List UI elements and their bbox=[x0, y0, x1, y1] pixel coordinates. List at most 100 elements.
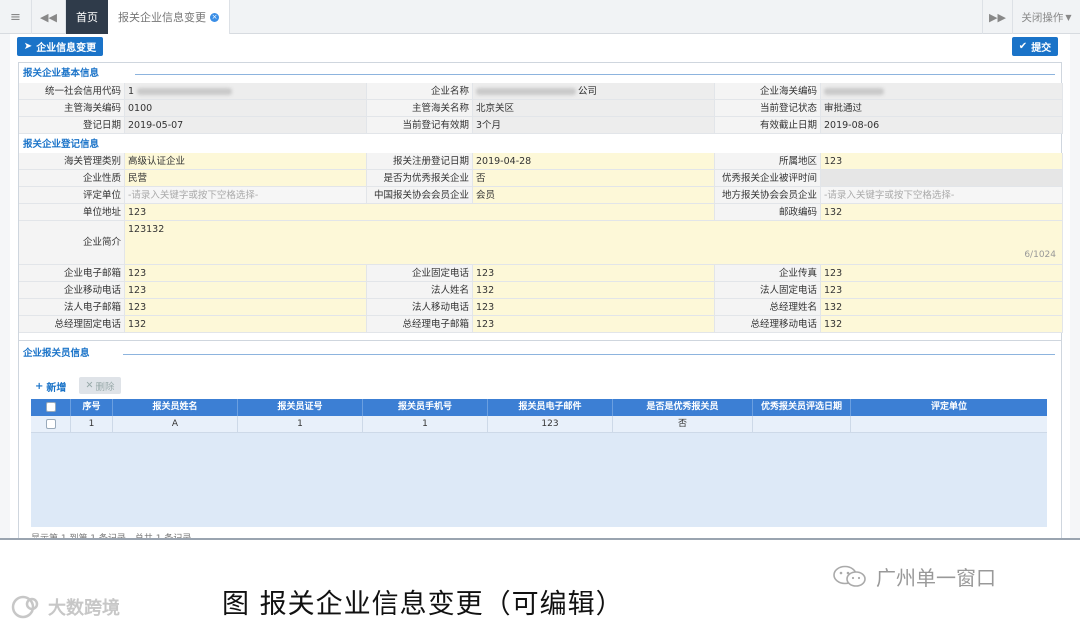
caret-down-icon: ▼ bbox=[1065, 12, 1072, 22]
address-input[interactable]: 123 bbox=[125, 204, 715, 220]
field-input[interactable]: 否 bbox=[473, 170, 715, 186]
field-input[interactable]: 123 bbox=[473, 316, 715, 332]
section-divider bbox=[123, 354, 1055, 355]
field-input[interactable]: 132 bbox=[821, 316, 1063, 332]
submit-button[interactable]: ✔ 提交 bbox=[1012, 37, 1058, 56]
field-label: 评定单位 bbox=[19, 187, 125, 203]
field-input[interactable]: 123 bbox=[473, 299, 715, 315]
broker-info-panel: 企业报关员信息 + 新增 ✕ 删除 序号 报关员姓名 报关员证号 报关员手机号 … bbox=[18, 340, 1062, 538]
enterprise-info-change-button[interactable]: ➤ 企业信息变更 bbox=[17, 37, 103, 56]
column-header: 序号 bbox=[71, 399, 113, 416]
field-label: 企业电子邮箱 bbox=[19, 265, 125, 281]
local-association-select[interactable]: -请录入关键字或按下空格选择- bbox=[821, 187, 1063, 203]
field-label: 有效截止日期 bbox=[715, 117, 821, 133]
field-input[interactable]: 民营 bbox=[125, 170, 367, 186]
table-row[interactable]: 1 A 1 1 123 否 bbox=[31, 416, 1047, 433]
form-row: 企业电子邮箱 123 企业固定电话 123 企业传真 123 bbox=[19, 265, 1063, 282]
field-label: 统一社会信用代码 bbox=[19, 83, 125, 99]
field-label: 地方报关协会会员企业 bbox=[715, 187, 821, 203]
field-value: 审批通过 bbox=[821, 100, 1063, 116]
form-row: 法人电子邮箱 123 法人移动电话 123 总经理姓名 132 bbox=[19, 299, 1063, 316]
brand-logo-icon bbox=[11, 595, 39, 619]
field-label: 法人姓名 bbox=[367, 282, 473, 298]
watermark-right: 广州单一窗口 bbox=[830, 562, 996, 591]
customs-code-value bbox=[821, 83, 1063, 99]
intro-textarea[interactable]: 123132 6/1024 bbox=[125, 221, 1063, 264]
tab-enterprise-info-change[interactable]: 报关企业信息变更 × bbox=[108, 0, 230, 34]
field-label: 总经理移动电话 bbox=[715, 316, 821, 332]
field-input[interactable]: 123 bbox=[821, 265, 1063, 281]
scroll-tabs-left-icon[interactable]: ◀◀ bbox=[32, 0, 66, 34]
form-row: 主管海关编码 0100 主管海关名称 北京关区 当前登记状态 审批通过 bbox=[19, 100, 1063, 117]
field-label: 邮政编码 bbox=[715, 204, 821, 220]
field-input[interactable]: 132 bbox=[125, 316, 367, 332]
row-checkbox[interactable] bbox=[31, 416, 71, 432]
rating-unit-select[interactable]: -请录入关键字或按下空格选择- bbox=[125, 187, 367, 203]
company-name-value: 公司 bbox=[473, 83, 715, 99]
field-label: 企业名称 bbox=[367, 83, 473, 99]
field-input[interactable]: 会员 bbox=[473, 187, 715, 203]
figure-caption: 图 报关企业信息变更（可编辑） bbox=[222, 589, 624, 620]
field-label: 企业简介 bbox=[19, 221, 125, 264]
table-cell: 123 bbox=[488, 416, 613, 432]
form-row: 企业移动电话 123 法人姓名 132 法人固定电话 123 bbox=[19, 282, 1063, 299]
field-input[interactable]: 123 bbox=[125, 299, 367, 315]
send-icon: ➤ bbox=[23, 41, 33, 52]
delete-broker-button[interactable]: ✕ 删除 bbox=[79, 377, 121, 394]
field-label: 法人移动电话 bbox=[367, 299, 473, 315]
watermark-right-text: 广州单一窗口 bbox=[876, 566, 996, 590]
field-label: 当前登记有效期 bbox=[367, 117, 473, 133]
select-all-checkbox[interactable] bbox=[31, 399, 71, 416]
field-input[interactable]: 123 bbox=[125, 265, 367, 281]
plus-icon: + bbox=[35, 380, 44, 392]
field-input[interactable]: 2019-04-28 bbox=[473, 153, 715, 169]
column-header: 是否是优秀报关员 bbox=[613, 399, 753, 416]
field-label: 主管海关名称 bbox=[367, 100, 473, 116]
field-input[interactable] bbox=[821, 170, 1063, 186]
watermark-left-text: 大数跨境 bbox=[48, 598, 120, 619]
tab-home[interactable]: 首页 bbox=[66, 0, 108, 34]
close-icon: ✕ bbox=[85, 380, 94, 391]
table-cell: 否 bbox=[613, 416, 753, 432]
add-button-label: 新增 bbox=[46, 382, 67, 394]
tab-bar: ≡ ◀◀ 首页 报关企业信息变更 × ▶▶ 关闭操作 ▼ bbox=[0, 0, 1080, 34]
field-label: 总经理固定电话 bbox=[19, 316, 125, 332]
close-ops-label: 关闭操作 bbox=[1021, 11, 1064, 24]
delete-button-label: 删除 bbox=[95, 381, 115, 393]
field-label: 企业性质 bbox=[19, 170, 125, 186]
broker-info-section-title: 企业报关员信息 bbox=[23, 348, 90, 359]
section-divider bbox=[135, 74, 1055, 75]
add-broker-button[interactable]: + 新增 bbox=[35, 378, 66, 394]
basic-info-section-title: 报关企业基本信息 bbox=[23, 68, 100, 79]
check-icon: ✔ bbox=[1018, 41, 1028, 52]
field-label: 总经理姓名 bbox=[715, 299, 821, 315]
close-tab-icon[interactable]: × bbox=[210, 12, 219, 22]
table-header: 序号 报关员姓名 报关员证号 报关员手机号 报关员电子邮件 是否是优秀报关员 优… bbox=[31, 399, 1047, 416]
scroll-tabs-right-icon[interactable]: ▶▶ bbox=[982, 0, 1012, 34]
submit-button-label: 提交 bbox=[1031, 43, 1052, 54]
menu-icon[interactable]: ≡ bbox=[0, 0, 32, 34]
field-label: 中国报关协会会员企业 bbox=[367, 187, 473, 203]
change-button-label: 企业信息变更 bbox=[36, 43, 97, 54]
broker-table: 序号 报关员姓名 报关员证号 报关员手机号 报关员电子邮件 是否是优秀报关员 优… bbox=[31, 399, 1047, 527]
field-input[interactable]: 123 bbox=[125, 282, 367, 298]
tab-label: 报关企业信息变更 bbox=[118, 11, 206, 24]
field-input[interactable]: 132 bbox=[821, 299, 1063, 315]
form-row: 登记日期 2019-05-07 当前登记有效期 3个月 有效截止日期 2019-… bbox=[19, 117, 1063, 134]
form-row: 统一社会信用代码 1 企业名称 公司 企业海关编码 bbox=[19, 83, 1063, 100]
table-cell: 1 bbox=[71, 416, 113, 432]
field-input[interactable]: 123 bbox=[821, 282, 1063, 298]
field-label: 企业移动电话 bbox=[19, 282, 125, 298]
close-operations-dropdown[interactable]: 关闭操作 ▼ bbox=[1012, 0, 1080, 34]
field-input[interactable]: 高级认证企业 bbox=[125, 153, 367, 169]
field-label: 登记日期 bbox=[19, 117, 125, 133]
table-cell: 1 bbox=[363, 416, 488, 432]
field-label: 法人电子邮箱 bbox=[19, 299, 125, 315]
postcode-input[interactable]: 132 bbox=[821, 204, 1063, 220]
field-value: 2019-08-06 bbox=[821, 117, 1063, 133]
field-input[interactable]: 123 bbox=[473, 265, 715, 281]
table-cell bbox=[851, 416, 1047, 432]
field-input[interactable]: 123 bbox=[821, 153, 1063, 169]
field-label: 当前登记状态 bbox=[715, 100, 821, 116]
field-input[interactable]: 132 bbox=[473, 282, 715, 298]
